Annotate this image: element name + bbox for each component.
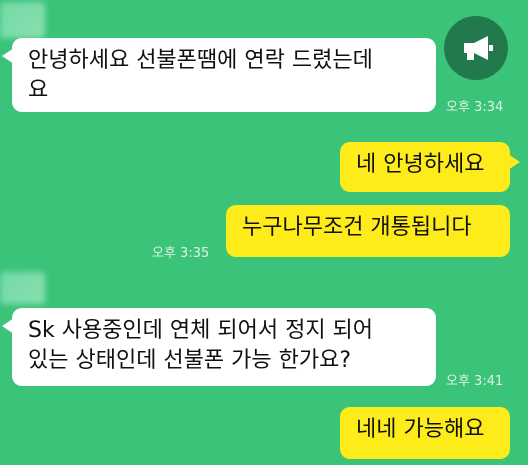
- message-text: 네 안녕하세요: [356, 152, 485, 177]
- incoming-message[interactable]: 안녕하세요 선불폰땜에 연락 드렸는데 요: [2, 38, 436, 112]
- blurred-sender-name: [0, 2, 45, 38]
- megaphone-icon: [464, 36, 493, 60]
- message-timestamp: 오후 3:35: [152, 246, 210, 261]
- message-text-line: 있는 상태인데 선불폰 가능 한가요?: [28, 348, 352, 373]
- blurred-sender-name: [0, 272, 45, 304]
- profile-avatar[interactable]: [444, 16, 508, 80]
- message-text-line: 안녕하세요 선불폰땜에 연락 드렸는데: [28, 48, 373, 73]
- message-text-line: 요: [28, 78, 49, 103]
- outgoing-message[interactable]: 네 안녕하세요: [340, 142, 520, 192]
- outgoing-message[interactable]: 네네 가능해요: [340, 407, 510, 459]
- incoming-message[interactable]: Sk 사용중인데 연체 되어서 정지 되어 있는 상태인데 선불폰 가능 한가요…: [2, 308, 436, 386]
- message-timestamp: 오후 3:34: [446, 100, 504, 115]
- message-timestamp: 오후 3:41: [446, 374, 504, 389]
- message-text: 네네 가능해요: [356, 417, 485, 442]
- outgoing-message[interactable]: 누구나무조건 개통됩니다: [226, 205, 510, 257]
- message-text: 누구나무조건 개통됩니다: [242, 215, 472, 240]
- message-text-line: Sk 사용중인데 연체 되어서 정지 되어: [28, 318, 374, 343]
